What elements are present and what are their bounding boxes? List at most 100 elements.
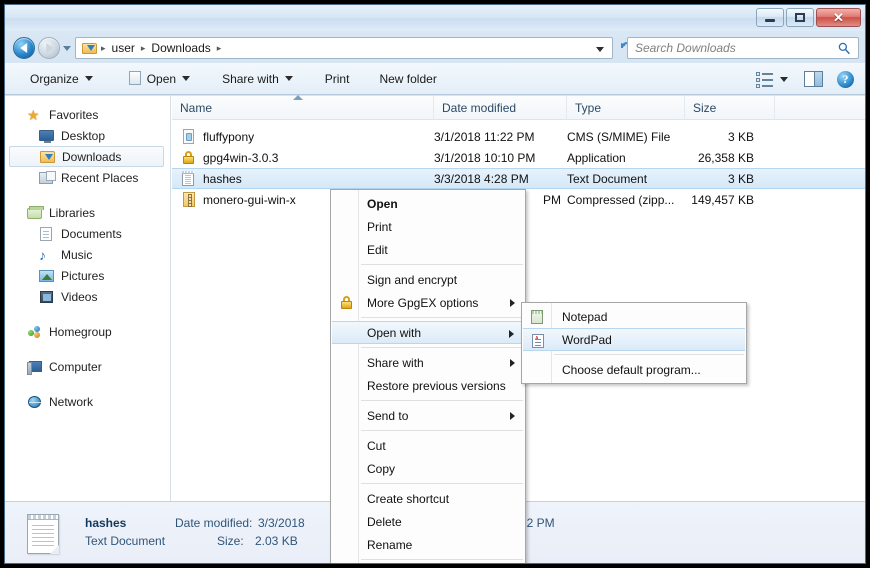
close-button[interactable]: ✕ bbox=[816, 8, 861, 27]
menu-item-label: Create shortcut bbox=[367, 491, 450, 506]
sidebar-label: Computer bbox=[49, 359, 102, 374]
context-menu-item-edit[interactable]: Edit bbox=[331, 238, 525, 261]
table-row[interactable]: fluffypony 3/1/2018 11:22 PM CMS (S/MIME… bbox=[172, 126, 865, 147]
new-folder-button[interactable]: New folder bbox=[370, 67, 445, 91]
sidebar-group-libraries[interactable]: Libraries bbox=[5, 202, 170, 223]
sidebar-item-music[interactable]: ♪ Music bbox=[5, 244, 170, 265]
downloads-folder-icon bbox=[40, 149, 56, 165]
context-menu-item-create-shortcut[interactable]: Create shortcut bbox=[331, 487, 525, 510]
sidebar-item-recent-places[interactable]: Recent Places bbox=[5, 167, 170, 188]
submenu-item-notepad[interactable]: Notepad bbox=[522, 305, 746, 328]
context-menu-item-send-to[interactable]: Send to bbox=[331, 404, 525, 427]
context-menu-item-properties[interactable]: Properties bbox=[331, 563, 525, 564]
computer-icon bbox=[27, 359, 43, 375]
sidebar-item-videos[interactable]: Videos bbox=[5, 286, 170, 307]
context-menu-item-print[interactable]: Print bbox=[331, 215, 525, 238]
context-menu-item-copy[interactable]: Copy bbox=[331, 457, 525, 480]
context-menu-item-open-with[interactable]: Open with bbox=[332, 321, 524, 344]
menu-separator bbox=[361, 347, 523, 348]
maximize-button[interactable] bbox=[786, 8, 814, 27]
help-button[interactable]: ? bbox=[834, 67, 861, 91]
print-label: Print bbox=[324, 71, 350, 86]
context-menu-item-more-gpgex-options[interactable]: More GpgEX options bbox=[331, 291, 525, 314]
sidebar-group-network[interactable]: Network bbox=[5, 391, 170, 412]
menu-item-label: Edit bbox=[367, 242, 388, 257]
open-button[interactable]: Open bbox=[120, 67, 199, 91]
address-bar[interactable]: ▸ user ▸ Downloads ▸ bbox=[75, 37, 613, 59]
menu-item-label: Notepad bbox=[562, 309, 608, 324]
change-view-button[interactable] bbox=[751, 67, 793, 91]
preview-pane-button[interactable] bbox=[795, 67, 832, 91]
libraries-icon bbox=[27, 205, 44, 221]
maximize-icon bbox=[795, 13, 805, 22]
sidebar-label: Documents bbox=[61, 226, 122, 241]
sidebar-group-homegroup[interactable]: Homegroup bbox=[5, 321, 170, 342]
sort-ascending-icon bbox=[293, 95, 303, 100]
back-button[interactable] bbox=[13, 37, 35, 59]
file-name-label: gpg4win-3.0.3 bbox=[203, 150, 279, 165]
column-header-size[interactable]: Size bbox=[685, 96, 775, 120]
menu-item-label: Share with bbox=[367, 355, 424, 370]
forward-arrow-icon bbox=[46, 43, 54, 53]
sidebar-item-pictures[interactable]: Pictures bbox=[5, 265, 170, 286]
share-with-button[interactable]: Share with bbox=[213, 67, 302, 91]
sidebar-group-computer[interactable]: Computer bbox=[5, 356, 170, 377]
file-name-cell: hashes bbox=[172, 170, 434, 187]
file-name-cell: fluffypony bbox=[172, 128, 434, 145]
context-menu-item-delete[interactable]: Delete bbox=[331, 510, 525, 533]
menu-separator bbox=[361, 483, 523, 484]
downloads-folder-icon bbox=[82, 41, 98, 55]
menu-separator bbox=[361, 317, 523, 318]
file-name-label: monero-gui-win-x bbox=[203, 192, 296, 207]
wordpad-icon: A bbox=[530, 333, 546, 349]
file-name-cell: gpg4win-3.0.3 bbox=[172, 150, 434, 166]
chevron-down-icon bbox=[284, 76, 293, 81]
submenu-item-choose-default-program[interactable]: Choose default program... bbox=[522, 358, 746, 381]
share-with-label: Share with bbox=[222, 71, 279, 86]
menu-item-label: Print bbox=[367, 219, 392, 234]
menu-separator bbox=[554, 354, 744, 355]
command-bar: Organize Open Share with Print New folde… bbox=[5, 63, 865, 95]
breadcrumb-downloads[interactable]: Downloads bbox=[147, 40, 214, 56]
breadcrumb-separator[interactable]: ▸ bbox=[215, 43, 224, 54]
star-icon: ★ bbox=[27, 106, 40, 123]
context-menu-item-cut[interactable]: Cut bbox=[331, 434, 525, 457]
breadcrumb-separator[interactable]: ▸ bbox=[139, 43, 148, 54]
context-menu-item-restore-previous-versions[interactable]: Restore previous versions bbox=[331, 374, 525, 397]
sidebar-item-documents[interactable]: Documents bbox=[5, 223, 170, 244]
column-header-type[interactable]: Type bbox=[567, 96, 685, 120]
search-input[interactable]: Search Downloads bbox=[627, 37, 859, 59]
organize-button[interactable]: Organize bbox=[21, 67, 102, 91]
sidebar-item-downloads[interactable]: Downloads bbox=[9, 146, 164, 167]
column-header-name[interactable]: Name bbox=[172, 95, 434, 120]
sidebar-group-favorites[interactable]: ★ Favorites bbox=[5, 104, 170, 125]
open-label: Open bbox=[146, 71, 177, 86]
sidebar-item-desktop[interactable]: Desktop bbox=[5, 125, 170, 146]
forward-button[interactable] bbox=[38, 37, 60, 59]
recent-pages-dropdown-icon[interactable] bbox=[63, 46, 71, 51]
context-menu-item-rename[interactable]: Rename bbox=[331, 533, 525, 556]
file-date-cell: 3/3/2018 4:28 PM bbox=[434, 171, 529, 186]
breadcrumb-separator[interactable]: ▸ bbox=[99, 43, 108, 54]
submenu-item-wordpad[interactable]: A WordPad bbox=[523, 328, 745, 351]
minimize-button[interactable] bbox=[756, 8, 784, 27]
submenu-arrow-icon bbox=[510, 299, 515, 307]
context-menu-item-share-with[interactable]: Share with bbox=[331, 351, 525, 374]
context-menu-item-sign-and-encrypt[interactable]: Sign and encrypt bbox=[331, 268, 525, 291]
context-menu-item-open[interactable]: Open bbox=[331, 192, 525, 215]
file-date-cell: 3/1/2018 10:10 PM bbox=[434, 150, 536, 165]
address-dropdown-icon[interactable] bbox=[596, 47, 604, 52]
print-button[interactable]: Print bbox=[316, 67, 359, 91]
close-icon: ✕ bbox=[833, 10, 844, 25]
breadcrumb-user[interactable]: user bbox=[108, 40, 139, 56]
table-row[interactable]: hashes 3/3/2018 4:28 PM Text Document 3 … bbox=[172, 168, 865, 189]
menu-item-label: Copy bbox=[367, 461, 396, 476]
context-menu: Open Print Edit Sign and encrypt More Gp… bbox=[330, 189, 526, 564]
network-icon bbox=[27, 394, 43, 410]
table-row[interactable]: gpg4win-3.0.3 3/1/2018 10:10 PM Applicat… bbox=[172, 147, 865, 168]
submenu-arrow-icon bbox=[510, 412, 515, 420]
column-header-date-modified[interactable]: Date modified bbox=[434, 96, 567, 120]
